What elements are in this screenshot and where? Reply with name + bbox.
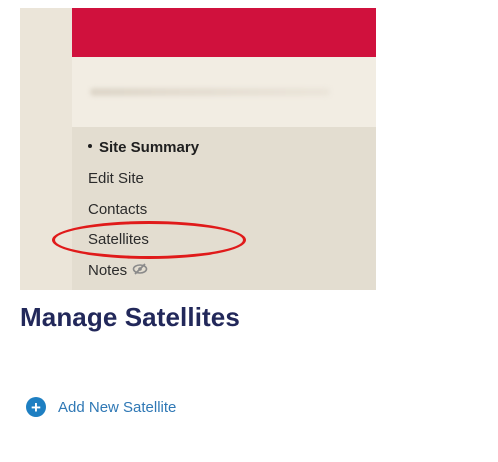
nav-item-label: Edit Site <box>88 170 144 187</box>
header-banner <box>72 8 376 57</box>
nav-item-satellites[interactable]: Satellites <box>88 231 149 248</box>
nav-item-site-summary[interactable]: Site Summary <box>88 139 199 156</box>
site-nav: Site Summary Edit Site Contacts Satellit… <box>72 127 376 290</box>
plus-circle-icon: + <box>26 397 46 417</box>
nav-item-label: Satellites <box>88 231 149 248</box>
nav-item-edit-site[interactable]: Edit Site <box>88 170 144 187</box>
nav-item-label: Contacts <box>88 201 148 218</box>
add-new-satellite-label: Add New Satellite <box>58 398 177 416</box>
active-bullet <box>88 144 92 149</box>
nav-item-label: Site Summary <box>99 139 200 156</box>
nav-item-notes[interactable]: Notes <box>88 262 148 280</box>
eye-off-icon <box>132 262 148 279</box>
nav-item-label: Notes <box>88 262 128 279</box>
page-title: Manage Satellites <box>20 302 240 332</box>
subheader-band <box>72 57 376 127</box>
add-new-satellite-button[interactable]: + Add New Satellite <box>26 396 176 418</box>
nav-item-contacts[interactable]: Contacts <box>88 201 147 218</box>
blurred-site-name <box>90 88 330 96</box>
left-strip <box>20 8 72 290</box>
site-nav-screenshot: Site Summary Edit Site Contacts Satellit… <box>20 8 376 290</box>
manage-satellites-panel: Manage Satellites + Add New Satellite <box>10 292 490 454</box>
